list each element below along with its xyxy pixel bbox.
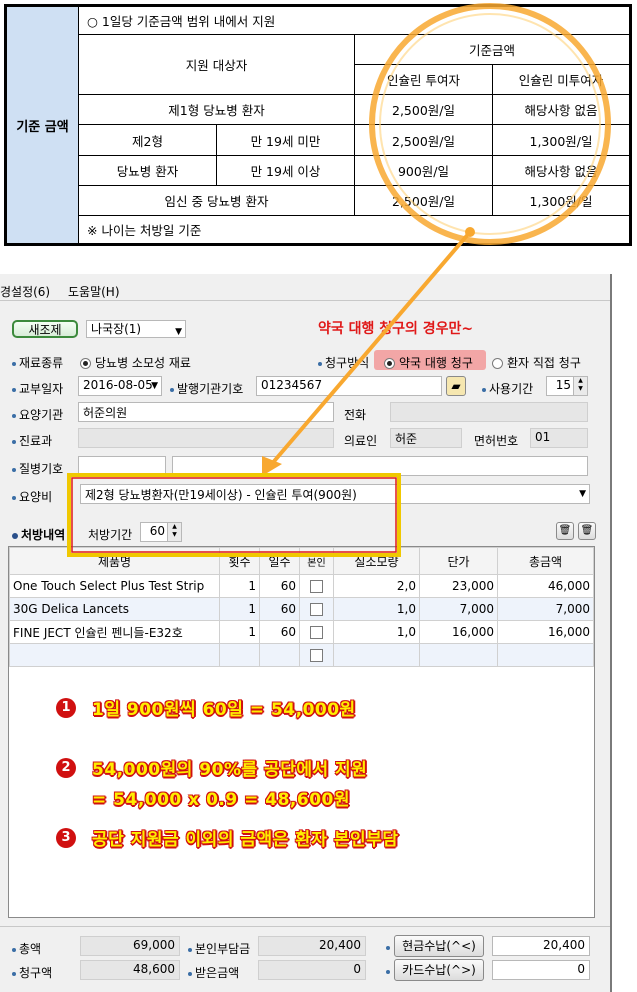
highlight-box-inner	[71, 477, 397, 553]
note1-text: 1일 900원씩 60일 = 54,000원	[92, 700, 356, 720]
note2-formula: = 54,000 x 0.9 = 48,600원	[92, 790, 351, 810]
note2-badge: 2	[56, 758, 76, 778]
arrow-line	[268, 230, 472, 468]
note3-text: 공단 지원금 이외의 금액은 환자 본인부담	[92, 830, 399, 850]
highlight-circle	[369, 3, 611, 245]
note3-badge: 3	[56, 828, 76, 848]
note2-text: 54,000원의 90%를 공단에서 지원	[92, 760, 368, 780]
highlight-circle-inner	[379, 13, 601, 235]
highlight-box-outer	[67, 473, 401, 557]
arrow-tail	[465, 227, 475, 237]
note1-badge: 1	[56, 698, 76, 718]
